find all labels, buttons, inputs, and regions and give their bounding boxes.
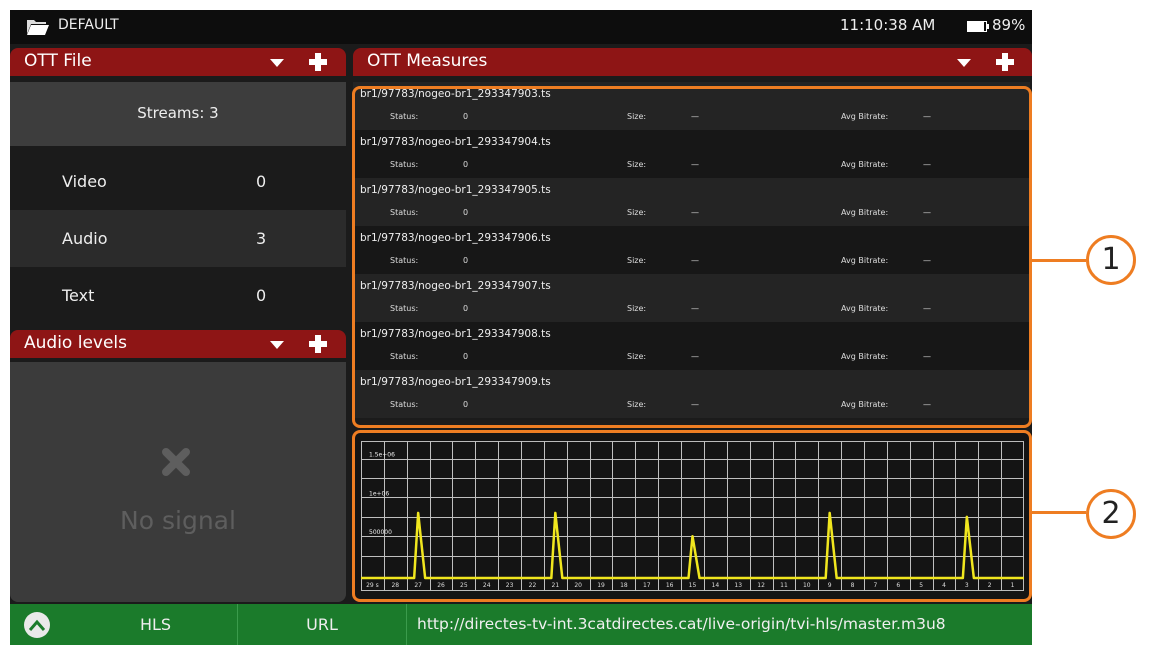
dropdown-arrow-icon[interactable] <box>270 59 284 67</box>
stream-url[interactable]: http://directes-tv-int.3catdirectes.cat/… <box>417 615 946 633</box>
tab-url[interactable]: URL <box>238 604 407 645</box>
top-status-bar: DEFAULT 11:10:38 AM 89% <box>10 10 1032 44</box>
x-icon <box>162 448 190 476</box>
bottom-bar: HLS URL http://directes-tv-int.3catdirec… <box>10 604 1032 645</box>
folder-open-icon[interactable] <box>26 18 50 36</box>
callout-marker-2: 2 <box>1086 489 1136 539</box>
audio-levels-panel: No signal <box>10 362 346 602</box>
callout-marker-1: 1 <box>1086 235 1136 285</box>
ott-measures-header: OTT Measures <box>353 48 1032 76</box>
stream-row-audio[interactable]: Audio 3 <box>10 210 346 267</box>
no-signal-text: No signal <box>120 506 236 535</box>
clock: 11:10:38 AM <box>840 16 936 34</box>
ott-file-header: OTT File <box>10 48 346 76</box>
ott-file-panel: Streams: 3 Video 0 Audio 3 Text 0 <box>10 82 346 329</box>
battery-icon <box>967 21 989 32</box>
stream-value: 0 <box>256 172 267 191</box>
stream-row-text[interactable]: Text 0 <box>10 267 346 324</box>
streams-box: Streams: 3 <box>10 82 346 146</box>
profile-name[interactable]: DEFAULT <box>58 17 119 33</box>
ott-measures-title: OTT Measures <box>367 51 488 71</box>
tab-hls[interactable]: HLS <box>74 604 238 645</box>
callout-frame-2 <box>352 430 1032 602</box>
add-icon[interactable] <box>309 335 327 353</box>
home-button[interactable] <box>24 612 50 638</box>
callout-frame-1 <box>352 86 1032 428</box>
dropdown-arrow-icon[interactable] <box>957 59 971 67</box>
streams-count: Streams: 3 <box>137 104 219 122</box>
add-icon[interactable] <box>996 53 1014 71</box>
ott-file-title: OTT File <box>24 51 92 71</box>
callout-leader-1 <box>1032 259 1086 262</box>
stream-label: Video <box>62 172 107 191</box>
add-icon[interactable] <box>309 53 327 71</box>
stream-row-video[interactable]: Video 0 <box>10 153 346 210</box>
stream-value: 0 <box>256 286 267 305</box>
audio-levels-title: Audio levels <box>24 333 128 353</box>
battery-percentage: 89% <box>992 16 1026 34</box>
stream-label: Text <box>62 286 95 305</box>
stream-value: 3 <box>256 229 267 248</box>
audio-levels-header: Audio levels <box>10 330 346 358</box>
chevron-up-icon <box>29 619 45 631</box>
dropdown-arrow-icon[interactable] <box>270 341 284 349</box>
stream-label: Audio <box>62 229 108 248</box>
callout-leader-2 <box>1032 511 1086 514</box>
